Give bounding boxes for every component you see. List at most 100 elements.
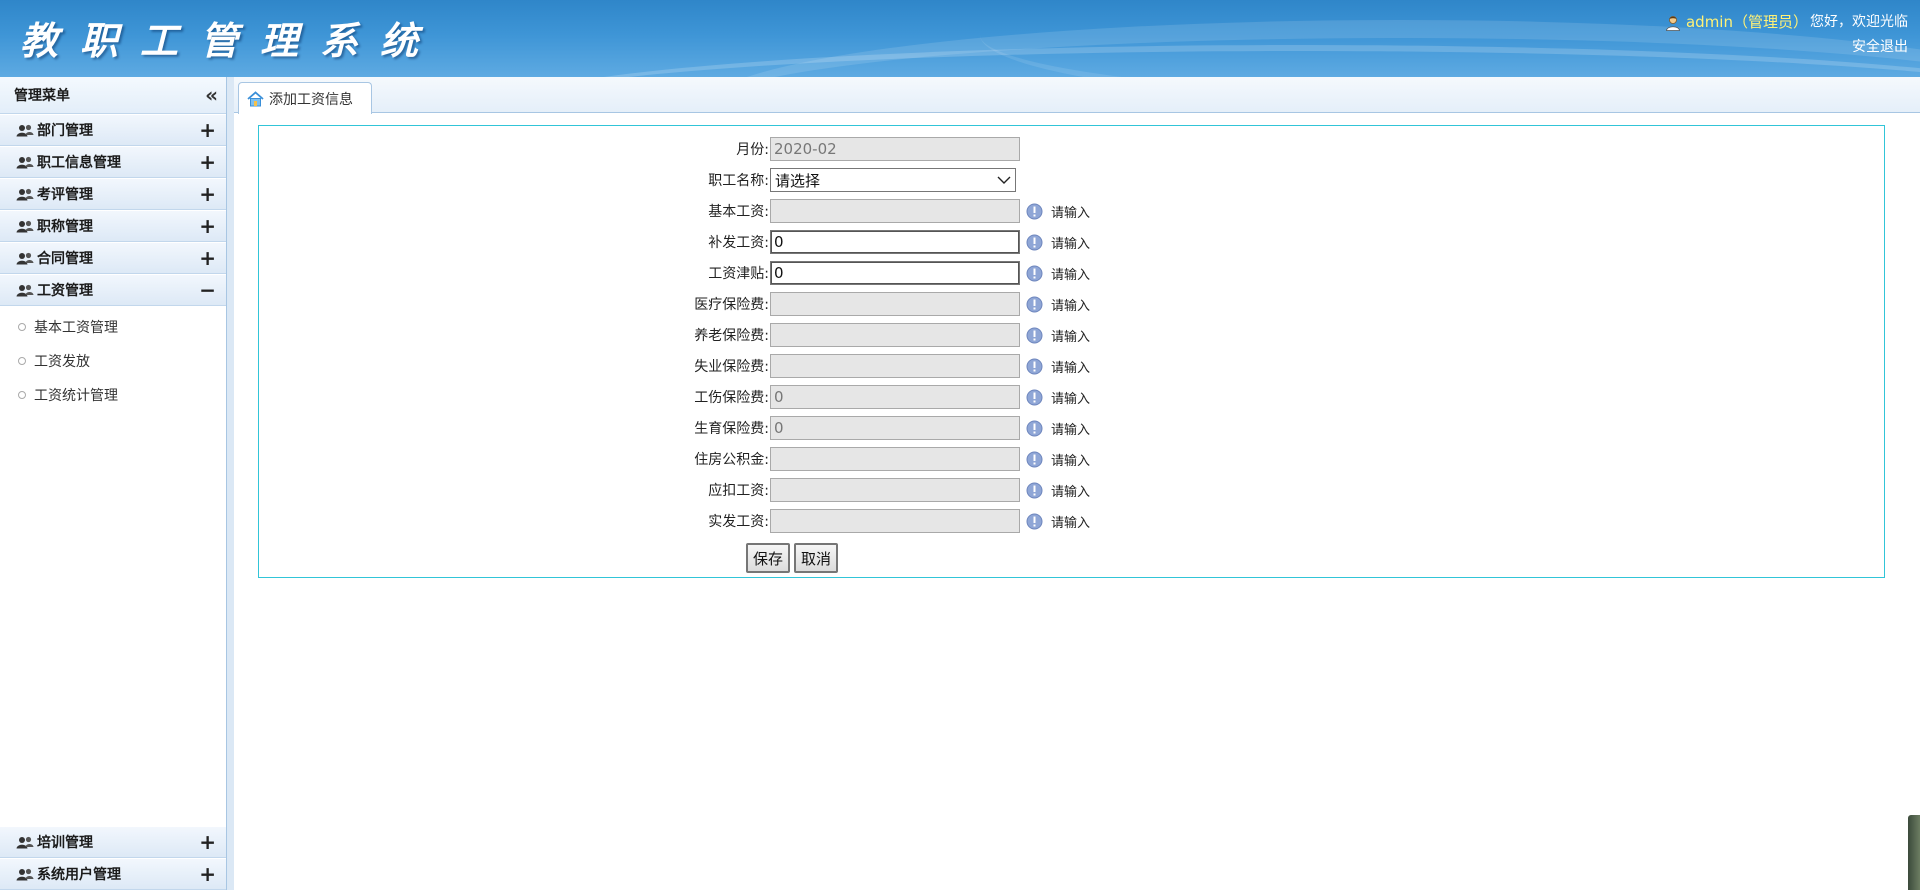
menu-group-department[interactable]: 部门管理 + [0,114,226,146]
field-label: 生育保险费: [694,421,769,437]
hint-text: 请输入 [1051,484,1091,500]
users-icon [16,156,34,168]
menu-group-label: 职称管理 [37,219,93,235]
salary-submenu: 基本工资管理 工资发放 工资统计管理 [0,306,226,416]
menu-group-label: 考评管理 [37,187,93,203]
field-label: 工资津贴: [708,266,769,282]
menu-group-contract[interactable]: 合同管理 + [0,242,226,274]
submenu-item-salary-payment[interactable]: 工资发放 [0,344,226,378]
sidebar-bottom-groups: 培训管理 + 系统用户管理 + [0,826,226,890]
info-icon [1026,389,1043,405]
hint-text: 请输入 [1051,515,1091,531]
month-input[interactable] [770,137,1020,161]
form-row-employee: 职工名称: 请选择 [259,166,1016,194]
unemployment-insurance-input[interactable] [770,354,1020,378]
users-icon [16,836,34,848]
field-label: 补发工资: [708,235,769,251]
field-label: 住房公积金: [694,452,769,468]
main-content: 添加工资信息 月份: 职工名称: 请选择 基本工资: 请输入 补发工资: [234,77,1920,890]
menu-group-label: 部门管理 [37,123,93,139]
back-pay-input[interactable] [770,230,1020,254]
menu-group-label: 合同管理 [37,251,93,267]
info-icon [1026,203,1043,219]
salary-form: 月份: 职工名称: 请选择 基本工资: 请输入 补发工资: 请输入 工资津贴: [258,125,1885,578]
info-icon [1026,420,1043,436]
form-actions: 保存 取消 [746,543,842,573]
medical-insurance-input[interactable] [770,292,1020,316]
menu-group-label: 系统用户管理 [37,867,121,883]
hint-text: 请输入 [1051,329,1091,345]
plus-icon[interactable]: + [199,214,216,238]
menu-group-title-rank[interactable]: 职称管理 + [0,210,226,242]
plus-icon[interactable]: + [199,150,216,174]
submenu-item-label: 基本工资管理 [34,320,118,336]
deductions-input[interactable] [770,478,1020,502]
pension-insurance-input[interactable] [770,323,1020,347]
info-icon [1026,296,1043,312]
plus-icon[interactable]: + [199,862,216,886]
field-label: 实发工资: [708,514,769,530]
form-row-pension-insurance: 养老保险费: 请输入 [259,321,1090,349]
user-info: admin（管理员） 您好，欢迎光临 安全退出 [1665,10,1908,60]
menu-group-salary[interactable]: 工资管理 − [0,274,226,306]
plus-icon[interactable]: + [199,830,216,854]
plus-icon[interactable]: + [199,246,216,270]
minus-icon[interactable]: − [199,278,216,302]
bullet-icon [18,391,26,399]
scrollbar-handle[interactable] [1908,815,1920,890]
menu-group-training[interactable]: 培训管理 + [0,826,226,858]
field-label: 应扣工资: [708,483,769,499]
submenu-item-salary-statistics[interactable]: 工资统计管理 [0,378,226,412]
info-icon [1026,265,1043,281]
basic-salary-input[interactable] [770,199,1020,223]
form-row-unemployment-insurance: 失业保险费: 请输入 [259,352,1090,380]
housing-fund-input[interactable] [770,447,1020,471]
bullet-icon [18,323,26,331]
user-name[interactable]: admin（管理员） [1686,10,1808,35]
bullet-icon [18,357,26,365]
hint-text: 请输入 [1051,236,1091,252]
double-chevron-left-icon[interactable]: « [205,83,218,107]
form-row-medical-insurance: 医疗保险费: 请输入 [259,290,1090,318]
chevron-down-icon [997,176,1011,184]
cancel-button[interactable]: 取消 [794,543,839,573]
users-icon [16,220,34,232]
menu-group-label: 工资管理 [37,283,93,299]
tab-bar: 添加工资信息 [234,77,1920,114]
form-row-allowance: 工资津贴: 请输入 [259,259,1090,287]
home-icon [247,90,264,106]
employee-select[interactable]: 请选择 [770,168,1016,192]
plus-icon[interactable]: + [199,118,216,142]
field-label: 工伤保险费: [694,390,769,406]
field-label: 职工名称: [708,173,769,189]
save-button[interactable]: 保存 [746,543,791,573]
form-row-maternity-insurance: 生育保险费: 请输入 [259,414,1090,442]
menu-group-system-users[interactable]: 系统用户管理 + [0,858,226,890]
field-label: 月份: [736,142,769,158]
maternity-insurance-input[interactable] [770,416,1020,440]
menu-group-employee-info[interactable]: 职工信息管理 + [0,146,226,178]
submenu-item-label: 工资发放 [34,354,90,370]
injury-insurance-input[interactable] [770,385,1020,409]
plus-icon[interactable]: + [199,182,216,206]
hint-text: 请输入 [1051,422,1091,438]
sidebar-splitter[interactable] [227,77,234,890]
info-icon [1026,482,1043,498]
net-pay-input[interactable] [770,509,1020,533]
user-icon [1666,15,1680,31]
hint-text: 请输入 [1051,453,1091,469]
form-row-housing-fund: 住房公积金: 请输入 [259,445,1090,473]
info-icon [1026,327,1043,343]
submenu-item-basic-salary[interactable]: 基本工资管理 [0,310,226,344]
logout-link[interactable]: 安全退出 [1665,35,1908,60]
sidebar-title: 管理菜单 [14,88,70,104]
form-row-month: 月份: [259,135,1020,163]
allowance-input[interactable] [770,261,1020,285]
menu-group-label: 培训管理 [37,835,93,851]
form-row-back-pay: 补发工资: 请输入 [259,228,1090,256]
users-icon [16,252,34,264]
tab-add-salary-info[interactable]: 添加工资信息 [238,82,372,114]
form-row-injury-insurance: 工伤保险费: 请输入 [259,383,1090,411]
hint-text: 请输入 [1051,267,1091,283]
menu-group-evaluation[interactable]: 考评管理 + [0,178,226,210]
